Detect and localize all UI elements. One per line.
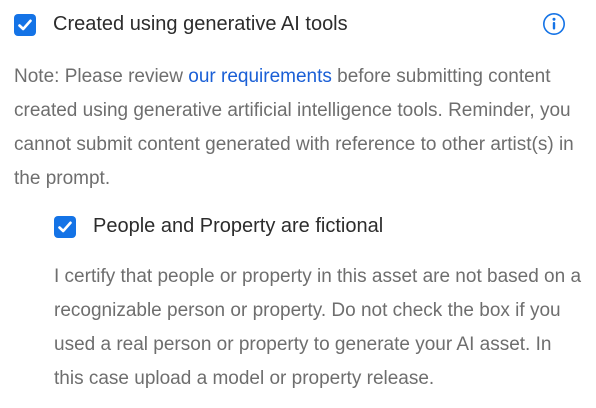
checkmark-icon — [18, 19, 32, 30]
generative-ai-checkbox[interactable] — [14, 13, 36, 36]
fictional-checkbox[interactable] — [54, 215, 76, 238]
requirements-link[interactable]: our requirements — [188, 66, 332, 87]
fictional-description: I certify that people or property in thi… — [54, 266, 582, 389]
note-text-prefix: Note: Please review — [14, 66, 189, 87]
fictional-row[interactable]: People and Property are fictional — [54, 215, 383, 238]
checkmark-icon — [58, 221, 72, 232]
generative-ai-note: Note: Please review our requirements bef… — [14, 60, 586, 196]
generative-ai-label[interactable]: Created using generative AI tools — [53, 13, 348, 36]
generative-ai-row[interactable]: Created using generative AI tools — [14, 13, 348, 36]
info-circle-icon[interactable] — [542, 12, 566, 36]
fictional-label[interactable]: People and Property are fictional — [93, 215, 383, 238]
